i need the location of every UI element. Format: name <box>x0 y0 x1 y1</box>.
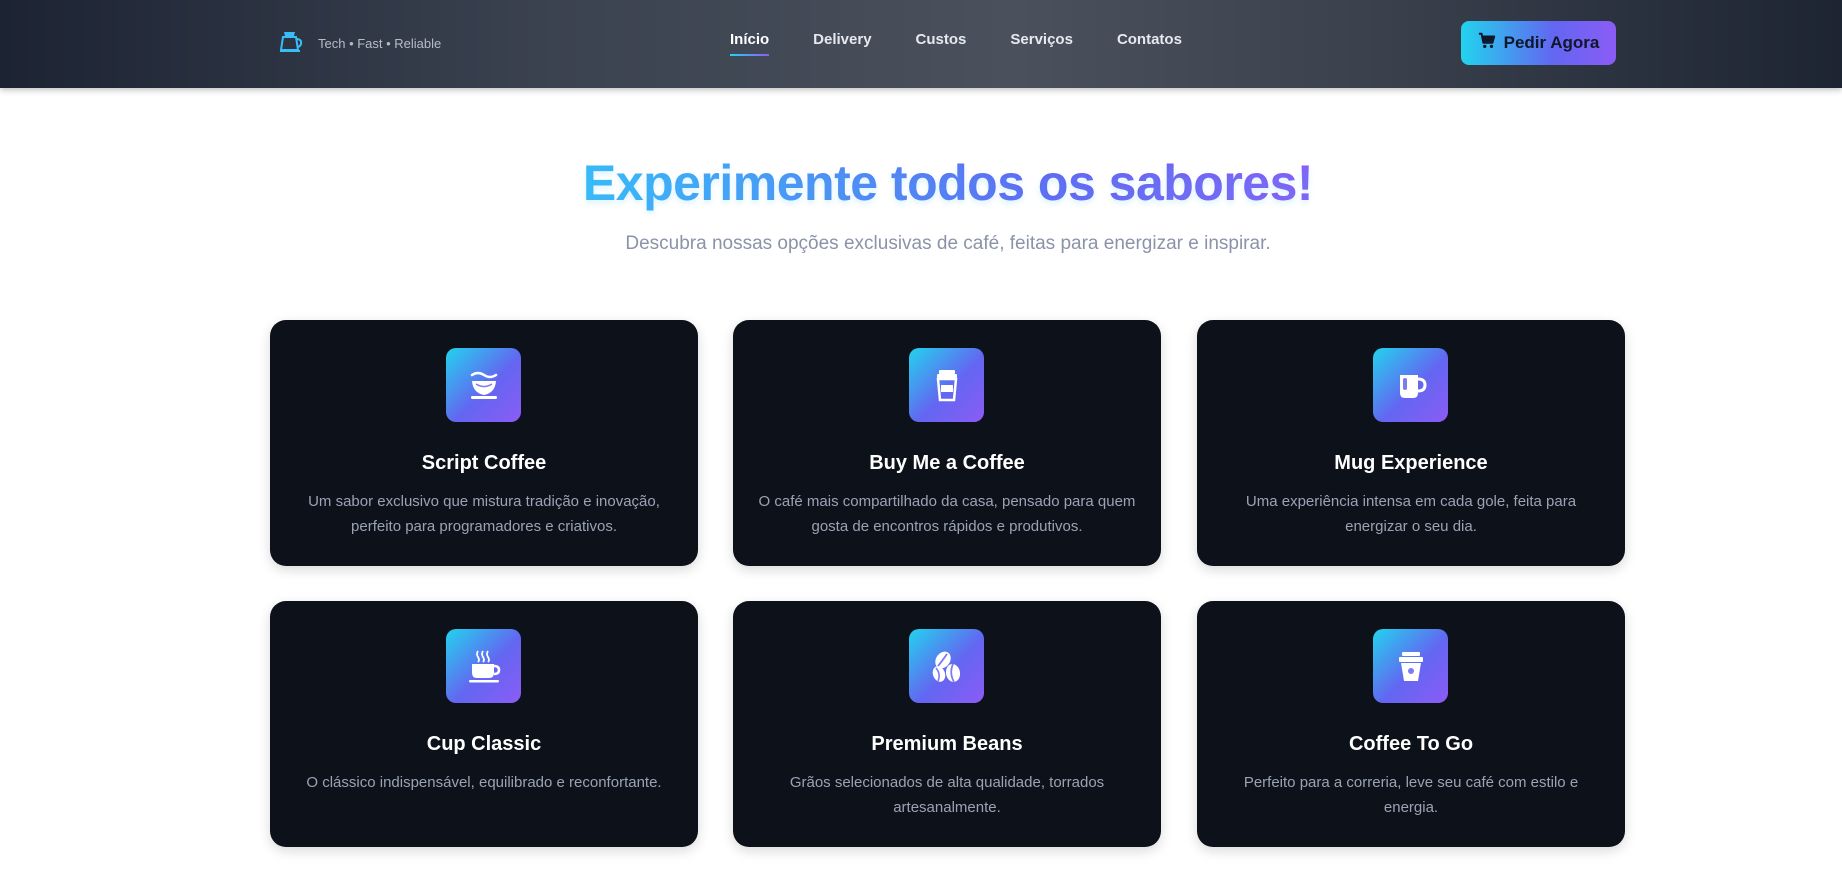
coffee-pot-icon <box>278 28 304 59</box>
nav-item-inicio[interactable]: Início <box>730 31 770 56</box>
product-title: Cup Classic <box>426 733 542 755</box>
nav-item-delivery[interactable]: Delivery <box>813 31 871 48</box>
mug-icon <box>1373 348 1448 422</box>
top-navigation-bar: Tech • Fast • Reliable Início Delivery C… <box>0 0 1842 88</box>
order-now-label: Pedir Agora <box>1503 33 1600 52</box>
to-go-cup-icon <box>1373 629 1448 703</box>
product-card-coffee-to-go[interactable]: Coffee To Go Perfeito para a correria, l… <box>1197 601 1625 847</box>
product-title: Buy Me a Coffee <box>869 452 1025 474</box>
brand-tagline: Tech • Fast • Reliable <box>318 36 442 51</box>
brand[interactable]: Tech • Fast • Reliable <box>278 28 441 59</box>
product-description: O café mais compartilhado da casa, pensa… <box>758 493 1136 535</box>
product-card-premium-beans[interactable]: Premium Beans Grãos selecionados de alta… <box>733 601 1161 847</box>
hero-title: Experimente todos os sabores! <box>0 154 1842 212</box>
product-description: Grãos selecionados de alta qualidade, to… <box>789 774 1105 816</box>
product-title: Premium Beans <box>871 733 1023 755</box>
product-title: Script Coffee <box>421 452 547 474</box>
coffee-beans-icon <box>909 629 984 703</box>
product-description: Perfeito para a correria, leve seu café … <box>1243 774 1579 816</box>
takeaway-cup-icon <box>909 348 984 422</box>
product-description: Uma experiência intensa em cada gole, fe… <box>1245 493 1577 535</box>
order-now-button[interactable]: Pedir Agora <box>1461 21 1616 65</box>
hero-subtitle: Descubra nossas opções exclusivas de caf… <box>625 233 1271 254</box>
product-card-buy-me-a-coffee[interactable]: Buy Me a Coffee O café mais compartilhad… <box>733 320 1161 566</box>
nav-item-contatos[interactable]: Contatos <box>1117 31 1182 48</box>
cart-icon <box>1478 32 1504 55</box>
product-description: Um sabor exclusivo que mistura tradição … <box>308 493 660 535</box>
nav-item-custos[interactable]: Custos <box>916 31 967 48</box>
product-description: O clássico indispensável, equilibrado e … <box>306 774 662 791</box>
coffee-cup-icon <box>446 348 521 422</box>
product-card-script-coffee[interactable]: Script Coffee Um sabor exclusivo que mis… <box>270 320 698 566</box>
product-title: Coffee To Go <box>1348 733 1474 755</box>
steaming-cup-icon <box>446 629 521 703</box>
nav-item-servicos[interactable]: Serviços <box>1010 31 1073 48</box>
product-card-mug-experience[interactable]: Mug Experience Uma experiência intensa e… <box>1197 320 1625 566</box>
main-nav: Início Delivery Custos Serviços Contatos <box>730 31 1226 56</box>
product-card-cup-classic[interactable]: Cup Classic O clássico indispensável, eq… <box>270 601 698 847</box>
product-title: Mug Experience <box>1334 452 1488 474</box>
